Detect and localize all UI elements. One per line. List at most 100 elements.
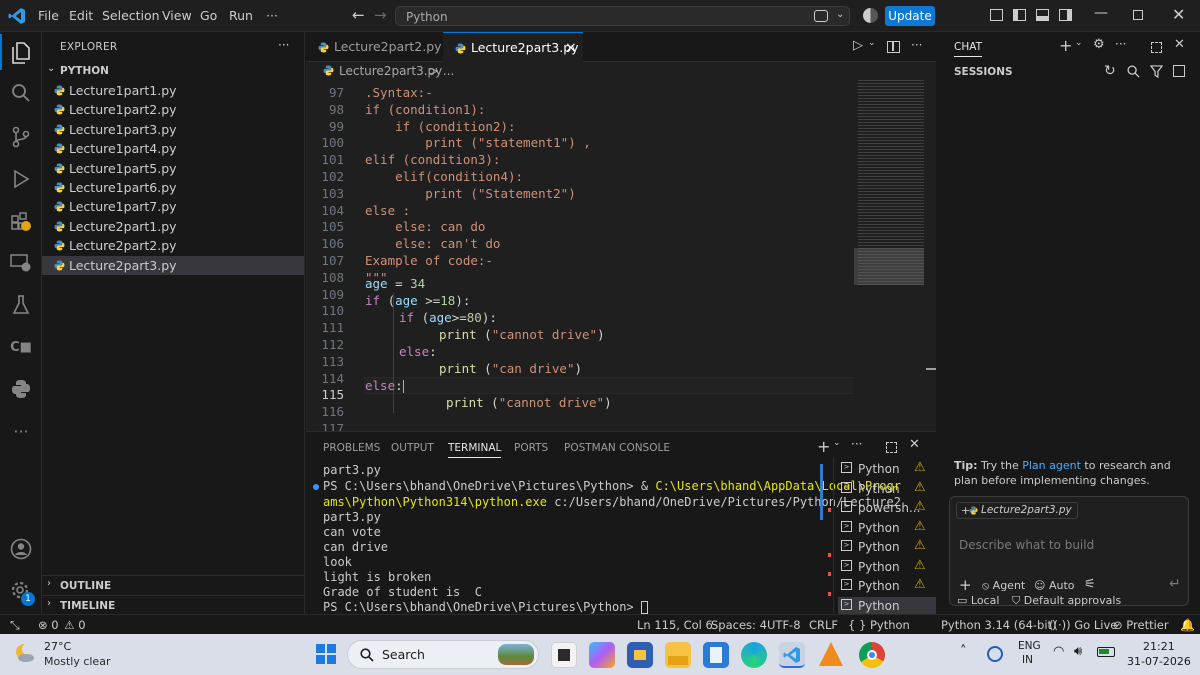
filter-icon[interactable] [1150, 65, 1163, 78]
file-item[interactable]: Lecture1part4.py [42, 139, 304, 158]
search-sessions-icon[interactable] [1127, 65, 1140, 78]
file-item[interactable]: Lecture1part6.py [42, 178, 304, 197]
windows-start-icon[interactable] [316, 644, 336, 664]
file-item[interactable]: Lecture1part2.py [42, 100, 304, 119]
python-icon[interactable] [0, 370, 42, 408]
file-item[interactable]: Lecture2part1.py [42, 217, 304, 236]
indentation-status[interactable]: Spaces: 4 [711, 618, 767, 632]
chat-input-box[interactable]: + Lecture2part3.py Describe what to buil… [949, 496, 1189, 606]
terminal-instance[interactable]: > Python ⚠ [838, 519, 936, 538]
encoding-status[interactable]: UTF-8 [767, 618, 801, 632]
panel-tab-postman-console[interactable]: POSTMAN CONSOLE [564, 442, 670, 454]
chevron-down-icon[interactable]: ⌄ [868, 38, 876, 48]
edge-browser-icon[interactable] [741, 642, 767, 668]
breadcrumb-file[interactable]: Lecture2part3.py [339, 64, 442, 78]
terminal-instance[interactable]: > Python ⚠ [838, 460, 936, 479]
file-explorer-icon[interactable] [665, 642, 691, 668]
notifications-bell-icon[interactable]: 🔔 [1180, 618, 1195, 632]
layout-customize-icon[interactable] [990, 9, 1003, 21]
volume-icon[interactable]: 🔊︎ [1074, 644, 1082, 659]
python-interpreter[interactable]: Python 3.14 (64-bit) [941, 618, 1057, 632]
terminal-instance[interactable]: > Python ⚠ [838, 577, 936, 596]
accounts-icon[interactable] [0, 530, 42, 568]
account-circle-icon[interactable] [863, 8, 878, 23]
chat-settings-gear-icon[interactable]: ⚙ [1093, 37, 1105, 52]
chat-input-placeholder[interactable]: Describe what to build [959, 538, 1094, 552]
panel-tab-problems[interactable]: PROBLEMS [323, 442, 380, 454]
plan-agent-link[interactable]: Plan agent [1022, 459, 1081, 472]
menu-go[interactable]: Go [200, 8, 217, 23]
weather-desc[interactable]: Mostly clear [44, 655, 110, 668]
wifi-icon[interactable]: ◠ [1053, 644, 1064, 659]
terminal-prompt[interactable]: PS C:\Users\bhand\OneDrive\Pictures\Pyth… [323, 600, 648, 614]
eol-status[interactable]: CRLF [809, 618, 838, 632]
menu-selection[interactable]: Selection [102, 8, 160, 23]
extensions-icon[interactable] [0, 202, 42, 240]
timeline-section[interactable]: › TIMELINE [42, 595, 304, 614]
chat-title[interactable]: CHAT [954, 41, 983, 57]
forward-arrow-icon[interactable]: → [374, 6, 387, 24]
explorer-icon[interactable] [0, 34, 42, 72]
maximize-panel-icon[interactable] [886, 442, 897, 453]
close-chat-icon[interactable]: ✕ [1174, 37, 1185, 52]
minimap[interactable] [854, 80, 926, 285]
clock-date[interactable]: 31-07-2026 [1127, 655, 1191, 668]
copilot-app-icon[interactable] [589, 642, 615, 668]
more-actions-icon[interactable]: ··· [911, 38, 922, 52]
panel-tab-ports[interactable]: PORTS [514, 442, 548, 454]
terminal-instance[interactable]: > Python ⚠ [838, 558, 936, 577]
copilot-icon[interactable] [814, 10, 828, 22]
cursor-position[interactable]: Ln 115, Col 6 [637, 618, 713, 632]
close-tab-icon[interactable]: × [565, 33, 577, 63]
terminal-instance[interactable]: > Python ⚠ [838, 480, 936, 499]
model-picker[interactable]: ☺ Auto [1034, 579, 1075, 592]
search-icon[interactable] [0, 74, 42, 112]
chrome-icon[interactable] [859, 642, 885, 668]
terminal-instance[interactable]: > powersh... ⚠ [838, 499, 936, 518]
restore-icon[interactable] [1133, 10, 1143, 20]
clock-time[interactable]: 21:21 [1143, 640, 1175, 653]
go-live-button[interactable]: ((·)) Go Live [1049, 618, 1117, 632]
file-item[interactable]: Lecture2part2.py [42, 236, 304, 255]
outline-section[interactable]: › OUTLINE [42, 575, 304, 594]
update-button[interactable]: Update [885, 6, 935, 26]
menu-file[interactable]: File [38, 8, 59, 23]
weather-temp[interactable]: 27°C [44, 640, 71, 653]
chevron-down-icon[interactable]: ⌄ [836, 9, 844, 20]
panel-tab-terminal[interactable]: TERMINAL [448, 442, 502, 458]
command-center-search[interactable]: Python ⌄ [395, 6, 850, 26]
minimize-icon[interactable]: — [1094, 5, 1108, 21]
language-indicator[interactable]: ENG [1018, 640, 1041, 652]
run-file-icon[interactable]: ▷ [853, 38, 863, 53]
new-terminal-icon[interactable]: + [817, 437, 830, 456]
source-control-icon[interactable] [0, 118, 42, 156]
tab-lecture2part2[interactable]: Lecture2part2.py [306, 32, 442, 62]
microsoft-store-icon[interactable] [627, 642, 653, 668]
local-target[interactable]: ▭ Local [957, 594, 999, 607]
vscode-taskbar-icon[interactable] [779, 642, 805, 668]
send-icon[interactable]: ↵ [1169, 576, 1181, 592]
panel-tab-output[interactable]: OUTPUT [391, 442, 434, 454]
file-item[interactable]: Lecture1part5.py [42, 159, 304, 178]
add-context-icon[interactable]: + [959, 576, 972, 594]
weather-moon-icon[interactable] [14, 642, 36, 664]
code-editor[interactable]: 97 98 99 100 101 102 103 104 105 106 107 108 109 110 1… [306, 80, 936, 436]
language-mode[interactable]: { } Python [848, 618, 910, 632]
menu-run[interactable]: Run [229, 8, 253, 23]
toggle-secondary-sidebar-icon[interactable] [1059, 9, 1072, 21]
close-panel-icon[interactable]: ✕ [909, 437, 920, 452]
maximize-chat-icon[interactable] [1151, 42, 1162, 53]
more-views-icon[interactable]: ··· [0, 412, 42, 450]
split-editor-icon[interactable] [887, 41, 900, 53]
taskbar-search-box[interactable]: Search [347, 640, 539, 669]
file-item[interactable]: Lecture2part3.py [42, 255, 304, 275]
approvals-setting[interactable]: ⛉ Default approvals [1012, 594, 1121, 608]
remote-explorer-icon[interactable] [0, 244, 42, 282]
explorer-more-icon[interactable]: ··· [278, 38, 289, 52]
task-view-icon[interactable] [551, 642, 577, 668]
menu-edit[interactable]: Edit [69, 8, 93, 23]
chevron-down-icon[interactable]: ⌄ [833, 438, 841, 448]
tools-icon[interactable]: ⚟ [1084, 577, 1096, 592]
file-item[interactable]: Lecture1part3.py [42, 120, 304, 139]
chevron-down-icon[interactable]: ⌄ [1075, 38, 1083, 48]
